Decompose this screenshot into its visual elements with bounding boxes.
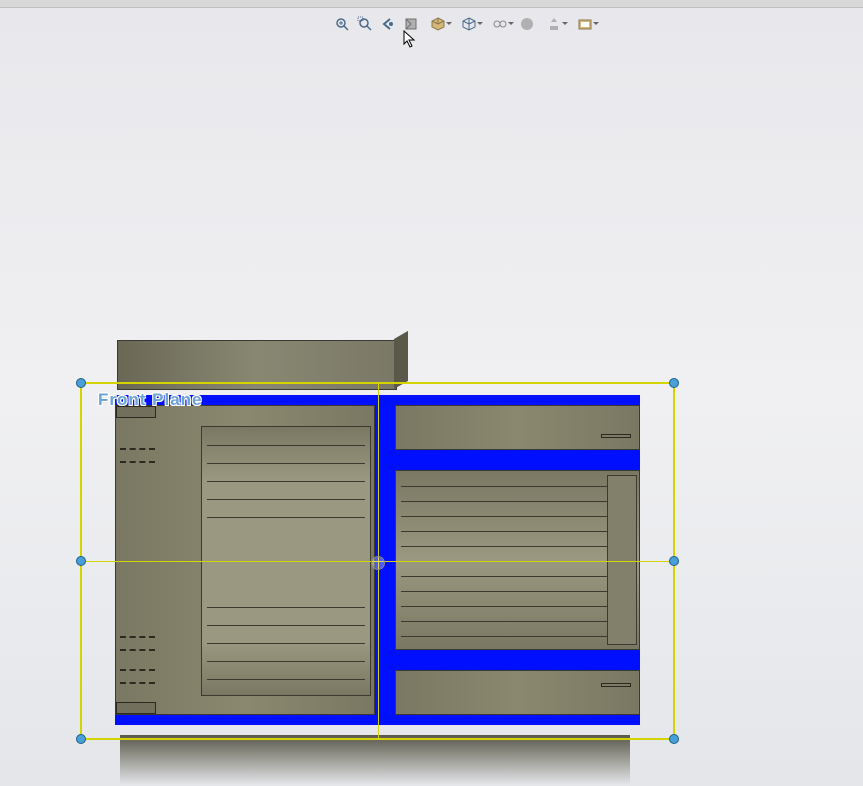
heads-up-view-toolbar <box>332 14 599 34</box>
view-orientation-button[interactable] <box>424 14 452 34</box>
edge-line <box>207 499 365 500</box>
origin-marker-icon[interactable] <box>371 556 385 570</box>
resize-handle[interactable] <box>669 378 679 388</box>
view-settings-button[interactable] <box>571 14 599 34</box>
zoom-to-fit-button[interactable] <box>332 14 352 34</box>
resize-handle[interactable] <box>76 378 86 388</box>
left-shaft-face <box>201 426 371 696</box>
groove-detail <box>601 683 631 687</box>
edge-line <box>207 679 365 680</box>
edge-line <box>401 576 634 577</box>
previous-view-button[interactable] <box>378 14 398 34</box>
display-style-button[interactable] <box>455 14 483 34</box>
edge-detail <box>116 702 156 714</box>
edge-line <box>401 516 634 517</box>
edge-line <box>207 445 365 446</box>
edge-line <box>401 606 634 607</box>
apply-scene-button[interactable] <box>540 14 568 34</box>
edge-line <box>207 661 365 662</box>
hidden-line <box>120 461 155 463</box>
right-lower-housing <box>395 670 640 715</box>
edge-line <box>207 607 365 608</box>
plane-label[interactable]: Front Plane <box>98 390 203 410</box>
edge-line <box>207 481 365 482</box>
edge-line <box>207 625 365 626</box>
cursor-icon <box>403 30 417 53</box>
edge-line <box>401 591 634 592</box>
resize-handle[interactable] <box>76 734 86 744</box>
edit-appearance-button[interactable] <box>517 14 537 34</box>
resize-handle[interactable] <box>76 556 86 566</box>
edge-line <box>401 636 634 637</box>
resize-handle[interactable] <box>669 734 679 744</box>
dropdown-arrow-icon <box>508 22 514 25</box>
dropdown-arrow-icon <box>562 22 568 25</box>
hidden-line <box>120 636 155 638</box>
edge-line <box>401 546 634 547</box>
hide-show-items-button[interactable] <box>486 14 514 34</box>
zoom-to-area-button[interactable] <box>355 14 375 34</box>
left-housing-face <box>115 405 375 715</box>
right-upper-housing <box>395 405 640 450</box>
edge-line <box>401 501 634 502</box>
hidden-line <box>120 649 155 651</box>
graphics-viewport[interactable]: Front Plane <box>0 40 863 786</box>
resize-handle[interactable] <box>669 556 679 566</box>
window-titlebar-fragment <box>0 0 863 8</box>
edge-line <box>207 463 365 464</box>
groove-detail <box>601 434 631 438</box>
edge-line <box>401 621 634 622</box>
hidden-line <box>120 669 155 671</box>
right-shaft-face <box>395 470 640 650</box>
dropdown-arrow-icon <box>477 22 483 25</box>
model-shadow <box>120 735 630 785</box>
model-assembly[interactable]: Front Plane <box>80 340 680 780</box>
right-end-cap <box>607 475 637 645</box>
edge-line <box>207 517 365 518</box>
edge-line <box>401 531 634 532</box>
model-top-block <box>117 340 397 390</box>
edge-line <box>207 643 365 644</box>
hidden-line <box>120 682 155 684</box>
dropdown-arrow-icon <box>593 22 599 25</box>
hidden-line <box>120 448 155 450</box>
dropdown-arrow-icon <box>446 22 452 25</box>
edge-line <box>401 486 634 487</box>
